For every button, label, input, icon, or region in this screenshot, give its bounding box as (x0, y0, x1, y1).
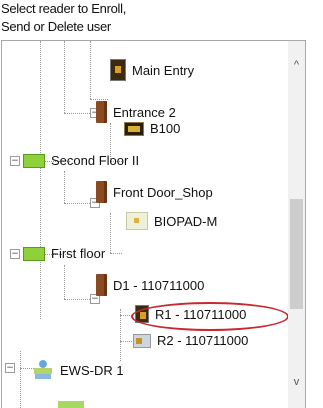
tree-line (110, 253, 122, 254)
tree-node-entrance-2[interactable]: Entrance 2 (96, 101, 176, 123)
tree-node-second-floor[interactable]: Second Floor II (23, 153, 139, 168)
tree-node-label: Front Door_Shop (113, 184, 213, 200)
scroll-thumb[interactable] (290, 199, 303, 309)
collapse-toggle[interactable]: − (5, 363, 15, 373)
selection-highlight-circle (131, 302, 289, 331)
device-tree[interactable]: − − − − − − Main Entry Entrance 2 B100 S… (1, 40, 306, 408)
tree-line (120, 341, 132, 342)
floor-icon (23, 153, 45, 168)
tree-node-label: BIOPAD-M (154, 213, 218, 229)
scroll-down-arrow[interactable]: v (288, 376, 305, 388)
biometric-reader-icon (126, 212, 148, 230)
tree-node-main-entry[interactable]: Main Entry (110, 59, 194, 81)
scroll-up-arrow[interactable]: ^ (288, 59, 305, 71)
vertical-scrollbar[interactable]: ^ v (288, 41, 305, 408)
tree-line (20, 351, 21, 408)
tree-node-d1[interactable]: D1 - 110711000 (96, 274, 204, 296)
door-icon (96, 101, 107, 123)
tree-node-label: Entrance 2 (113, 104, 176, 120)
controller-icon (32, 359, 54, 381)
tree-node-label: B100 (150, 121, 181, 136)
tree-line (120, 309, 121, 361)
door-icon (96, 181, 107, 203)
tree-node-label: R2 - 110711000 (157, 333, 249, 348)
tree-node-biopad-m[interactable]: BIOPAD-M (126, 212, 217, 230)
tree-node-label: Second Floor II (51, 153, 140, 168)
collapse-toggle[interactable]: − (10, 156, 20, 166)
tree-node-label: First floor (51, 246, 106, 261)
tree-node-b100[interactable]: B100 (124, 121, 180, 136)
tree-node-front-door-shop[interactable]: Front Door_Shop (96, 181, 213, 203)
floor-icon (23, 246, 45, 261)
tree-node-label: EWS-DR 1 (60, 362, 124, 378)
tree-line (64, 41, 65, 113)
tree-node-first-floor[interactable]: First floor (23, 246, 105, 261)
tree-line (64, 265, 65, 299)
door-icon (96, 274, 107, 296)
collapse-toggle[interactable]: − (10, 249, 20, 259)
tree-node-r2[interactable]: R2 - 110711000 (133, 333, 248, 348)
tree-node-label: D1 - 110711000 (113, 277, 205, 293)
tree-line (64, 171, 65, 203)
tree-node-ews-dr-1[interactable]: EWS-DR 1 (32, 359, 124, 381)
instruction-text: Select reader to Enroll, Send or Delete … (1, 0, 126, 36)
instruction-line-2: Send or Delete user (1, 19, 111, 34)
reader-icon (124, 121, 144, 136)
instruction-line-1: Select reader to Enroll, (1, 1, 127, 16)
reader-icon (133, 333, 151, 348)
tree-line (40, 41, 41, 319)
tree-line (90, 41, 91, 99)
tree-line (110, 213, 111, 253)
tree-node-label: Main Entry (132, 62, 195, 78)
reader-icon (110, 59, 126, 81)
tree-line (90, 99, 108, 100)
